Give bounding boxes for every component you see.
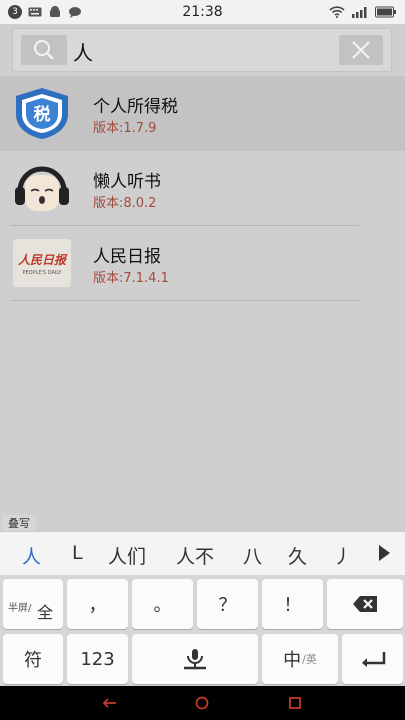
app-name: 懒人听书 — [93, 172, 161, 192]
notification-count-badge: 3 — [8, 5, 22, 19]
comma-key[interactable]: ， — [67, 579, 128, 629]
lang-main-label: 中 — [283, 650, 302, 671]
candidate-word[interactable]: L — [72, 542, 83, 564]
clear-search-button[interactable] — [339, 35, 383, 65]
status-left: 3 — [8, 5, 82, 19]
candidate-word[interactable]: 人们 — [108, 542, 146, 569]
period-key[interactable]: 。 — [132, 579, 193, 629]
search-query-text: 人 — [73, 41, 93, 65]
candidate-word[interactable]: 八 — [243, 542, 262, 569]
signal-icon — [352, 7, 367, 18]
result-item-lazy-audiobook[interactable]: 懒人听书 版本:8.0.2 — [0, 151, 405, 226]
search-button[interactable] — [21, 35, 67, 65]
search-area: 人 — [0, 24, 405, 76]
expand-candidates-icon[interactable] — [377, 544, 391, 562]
search-input[interactable]: 人 — [12, 28, 392, 72]
result-item-peoples-daily[interactable]: 人民日报 PEOPLE'S DAILY 人民日报 版本:7.1.4.1 — [0, 226, 405, 301]
fold-writing-tab[interactable]: 叠写 — [2, 515, 36, 531]
tax-app-icon: 税 — [16, 88, 68, 139]
app-version: 版本:1.7.9 — [93, 121, 157, 136]
microphone-icon — [184, 649, 206, 670]
close-icon — [352, 41, 370, 59]
language-switch-key[interactable]: 中/英 — [262, 634, 338, 684]
battery-icon — [375, 6, 396, 18]
back-icon[interactable] — [102, 695, 118, 711]
candidate-word[interactable]: 人不 — [176, 542, 214, 569]
peoples-daily-icon-label: 人民日报 — [18, 253, 68, 267]
backspace-icon — [353, 596, 377, 612]
message-icon — [69, 7, 81, 18]
peoples-daily-icon-sub: PEOPLE'S DAILY — [22, 270, 62, 276]
result-item-tax[interactable]: 税 个人所得税 版本:1.7.9 — [0, 76, 405, 151]
question-mark-key[interactable]: ？ — [197, 579, 258, 629]
symbol-key[interactable]: 符 — [3, 634, 63, 684]
enter-icon — [361, 652, 385, 667]
keyboard: 半屏/ 全 ， 。 ？ ！ 符 123 中/英 — [0, 575, 405, 685]
candidate-bar: 人 L 人们 人不 八 久 丿 — [0, 531, 405, 575]
app-name: 人民日报 — [93, 247, 161, 267]
divider — [10, 300, 359, 301]
android-icon — [50, 6, 60, 17]
search-result-list: 税 个人所得税 版本:1.7.9 懒人听书 版本:8.0.2 人民日报 PEOP… — [0, 76, 405, 301]
candidate-word[interactable]: 人 — [22, 542, 41, 569]
peoples-daily-app-icon: 人民日报 PEOPLE'S DAILY — [13, 239, 71, 287]
search-icon — [34, 40, 54, 60]
system-nav-bar — [0, 686, 405, 720]
app-version: 版本:7.1.4.1 — [93, 271, 169, 286]
enter-key[interactable] — [342, 634, 403, 684]
tax-icon-label: 税 — [34, 104, 51, 125]
keyboard-icon — [28, 7, 42, 17]
candidate-word[interactable]: 丿 — [333, 542, 352, 569]
space-voice-key[interactable] — [132, 634, 258, 684]
full-width-label: 全 — [37, 603, 54, 622]
app-name: 个人所得税 — [93, 97, 178, 117]
half-screen-label: 半屏/ — [8, 603, 32, 614]
audiobook-app-icon — [15, 166, 69, 211]
exclamation-key[interactable]: ！ — [262, 579, 323, 629]
numbers-key[interactable]: 123 — [67, 634, 128, 684]
candidate-word[interactable]: 久 — [288, 542, 307, 569]
half-full-width-key[interactable]: 半屏/ 全 — [3, 579, 63, 629]
app-version: 版本:8.0.2 — [93, 196, 157, 211]
lang-sub-label: /英 — [302, 653, 317, 666]
home-icon[interactable] — [194, 695, 210, 711]
wifi-icon — [329, 6, 345, 18]
recent-apps-icon[interactable] — [287, 695, 303, 711]
backspace-key[interactable] — [327, 579, 403, 629]
status-right — [329, 6, 397, 18]
status-bar: 3 21:38 — [0, 0, 405, 24]
